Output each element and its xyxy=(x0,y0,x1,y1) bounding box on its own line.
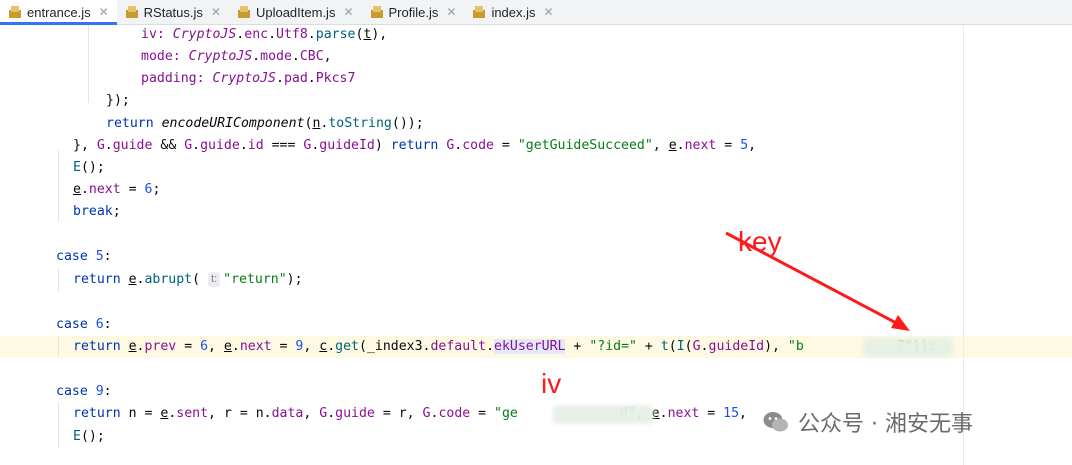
tab-label: entrance.js xyxy=(27,4,91,20)
indent-guide xyxy=(58,402,59,448)
js-file-icon xyxy=(9,6,21,18)
annotation-key-label: key xyxy=(738,226,782,257)
editor-tab-bar: entrance.js ✕ RStatus.js ✕ UploadItem.js… xyxy=(0,0,1072,25)
code-line[interactable]: case 5: xyxy=(56,246,112,268)
close-icon[interactable]: ✕ xyxy=(343,5,353,19)
watermark: 公众号 · 湘安无事 xyxy=(762,406,973,438)
parameter-hint: t: xyxy=(208,272,221,287)
indent-guide xyxy=(58,268,59,292)
tab-profile-js[interactable]: Profile.js ✕ xyxy=(362,0,465,24)
code-line[interactable]: E(); xyxy=(73,426,105,448)
redacted-key-value xyxy=(863,338,953,357)
annotation-arrowhead xyxy=(891,315,910,331)
tab-entrance-js[interactable]: entrance.js ✕ xyxy=(0,0,117,25)
js-file-icon xyxy=(125,6,138,18)
js-file-icon xyxy=(473,6,486,18)
code-line[interactable]: case 6: xyxy=(56,314,112,336)
code-line[interactable]: }, G.guide && G.guide.id === G.guideId) … xyxy=(73,135,756,157)
tab-label: Profile.js xyxy=(388,4,439,20)
tab-index-js[interactable]: index.js ✕ xyxy=(464,0,561,24)
code-line[interactable]: mode: CryptoJS.mode.CBC, xyxy=(141,46,332,68)
js-file-icon xyxy=(370,6,383,18)
right-margin-guide xyxy=(963,25,964,465)
tab-label: UploadItem.js xyxy=(255,4,336,20)
tab-rstatus-js[interactable]: RStatus.js ✕ xyxy=(117,0,229,24)
close-icon[interactable]: ✕ xyxy=(446,5,456,19)
indent-guide xyxy=(88,25,89,103)
code-line[interactable]: case 9: xyxy=(56,381,112,403)
close-icon[interactable]: ✕ xyxy=(99,5,109,19)
code-line[interactable]: E(); xyxy=(73,157,105,179)
code-line[interactable]: padding: CryptoJS.pad.Pkcs7 xyxy=(141,68,355,90)
tab-label: index.js xyxy=(491,4,536,20)
code-line[interactable]: iv: CryptoJS.enc.Utf8.parse(t), xyxy=(141,24,387,46)
code-line-current[interactable]: return e.prev = 6, e.next = 9, c.get(_in… xyxy=(73,336,937,358)
indent-guide xyxy=(58,150,59,222)
wechat-icon xyxy=(763,412,788,432)
code-line[interactable]: e.next = 6; xyxy=(73,179,160,201)
redacted-iv-value xyxy=(553,405,653,424)
close-icon[interactable]: ✕ xyxy=(544,5,554,19)
tab-uploaditem-js[interactable]: UploadItem.js ✕ xyxy=(229,0,362,24)
code-line[interactable]: }); xyxy=(106,90,130,112)
close-icon[interactable]: ✕ xyxy=(211,5,221,19)
watermark-text: 公众号 · 湘安无事 xyxy=(798,412,973,437)
tab-label: RStatus.js xyxy=(143,4,203,20)
annotation-iv-label: iv xyxy=(541,368,562,399)
js-file-icon xyxy=(237,6,250,18)
code-line[interactable]: break; xyxy=(73,201,121,223)
indent-guide xyxy=(58,336,59,358)
code-line[interactable]: return e.abrupt( t: "return"); xyxy=(73,269,303,291)
code-line[interactable]: return encodeURIComponent(n.toString()); xyxy=(106,113,424,135)
